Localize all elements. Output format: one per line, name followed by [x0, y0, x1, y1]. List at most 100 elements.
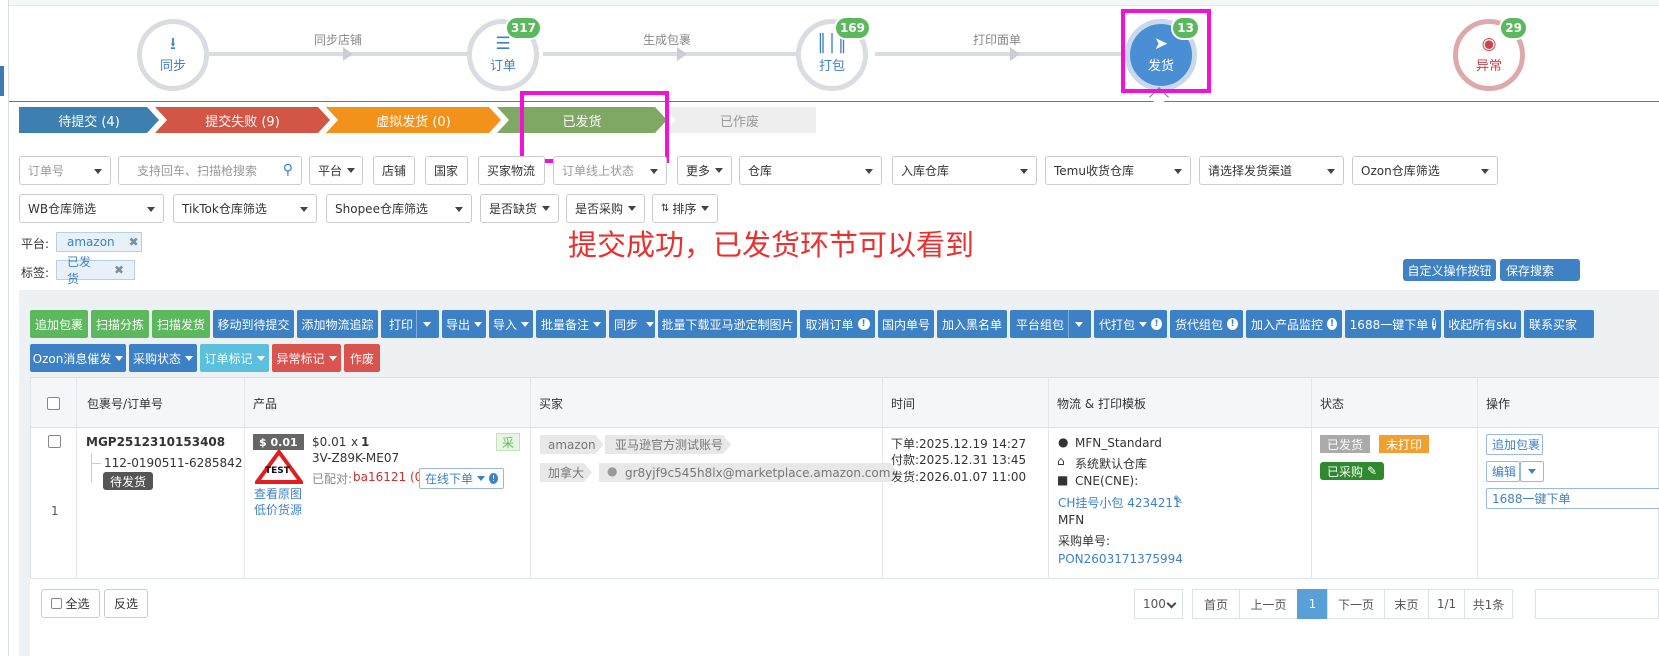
info-icon: !: [1327, 318, 1337, 330]
product-monitor-button[interactable]: 加入产品监控!: [1246, 310, 1342, 338]
order-mark-label: 订单标记: [204, 351, 253, 366]
tree-line: [91, 454, 92, 482]
platform-filter-chip[interactable]: amazon ✖: [56, 232, 142, 252]
add-package-button[interactable]: 追加包裹: [30, 310, 88, 338]
buyer-logistics-button[interactable]: 买家物流: [478, 156, 545, 185]
online-status-select[interactable]: 订单线上状态: [553, 156, 667, 185]
shipping-channel-select[interactable]: 请选择发货渠道: [1199, 156, 1344, 185]
online-order-dropdown[interactable]: 在线下单!: [419, 468, 504, 489]
shopee-warehouse-select[interactable]: Shopee仓库筛选: [326, 194, 472, 223]
page-jump-input[interactable]: [1535, 589, 1659, 619]
proxy-pack-dropdown[interactable]: 代打包!: [1094, 310, 1167, 338]
cancel-order-button[interactable]: 取消订单!: [800, 310, 875, 338]
wb-warehouse-select[interactable]: WB仓库筛选: [19, 194, 164, 223]
remove-tag-icon[interactable]: ✖: [114, 263, 124, 277]
purchase-status-dropdown[interactable]: 采购状态: [129, 344, 197, 372]
purchase-no[interactable]: PON2603171375994: [1058, 552, 1183, 566]
batch-note-dropdown[interactable]: 批量备注: [536, 310, 606, 338]
low-price-link[interactable]: 低价货源: [254, 501, 302, 518]
row-edit-caret[interactable]: [1520, 461, 1544, 482]
order-1688-button[interactable]: 1688一键下单!: [1345, 310, 1441, 338]
shipping-channel-label: 请选择发货渠道: [1208, 164, 1293, 178]
order-no-select[interactable]: 订单号: [19, 156, 111, 185]
export-dropdown[interactable]: 导出: [442, 310, 486, 338]
select-all-checkbox[interactable]: [51, 598, 63, 609]
select-all-button[interactable]: 全选: [41, 589, 100, 618]
edit-icon[interactable]: ✎: [1367, 464, 1377, 478]
invert-button[interactable]: 反选: [104, 589, 148, 618]
forwarder-bundle-button[interactable]: 货代组包!: [1170, 310, 1243, 338]
purchase-status-label: 采购状态: [133, 351, 182, 366]
platform-dropdown[interactable]: 平台: [309, 156, 363, 185]
buyer-country-chip: 加拿大: [540, 463, 592, 482]
country-button[interactable]: 国家: [425, 156, 468, 185]
sync-button[interactable]: 同步: [609, 310, 655, 338]
tab-pending-submit[interactable]: 待提交 (4): [19, 107, 159, 133]
scan-ship-button[interactable]: 扫描发货: [152, 310, 210, 338]
header-checkbox[interactable]: [47, 396, 60, 410]
page-size-select[interactable]: 100: [1134, 589, 1183, 619]
package-no[interactable]: MGP2512310153408: [86, 435, 225, 449]
matched-value[interactable]: ba16121 (0): [353, 470, 427, 484]
step-sync[interactable]: ⭳ 同步: [137, 19, 209, 91]
custom-ops-button[interactable]: 自定义操作按钮: [1403, 259, 1496, 281]
store-button[interactable]: 店铺: [373, 156, 415, 185]
remove-platform-icon[interactable]: ✖: [129, 235, 139, 249]
step-orders[interactable]: ☰ 订单 317: [467, 16, 542, 91]
last-page-button[interactable]: 末页: [1384, 589, 1429, 619]
order-no[interactable]: 112-0190511-6285842: [104, 456, 242, 470]
save-search-button[interactable]: 保存搜索: [1500, 259, 1580, 281]
row-1688-button[interactable]: 1688一键下单: [1486, 488, 1659, 509]
collapse-sku-button[interactable]: 收起所有sku: [1444, 310, 1521, 338]
exception-mark-dropdown[interactable]: 异常标记: [272, 344, 341, 372]
first-page-button[interactable]: 首页: [1192, 589, 1240, 619]
ozon-warehouse-select[interactable]: Ozon仓库筛选: [1352, 156, 1498, 185]
tab-submit-failed[interactable]: 提交失败 (9): [155, 107, 330, 133]
scan-sort-button[interactable]: 扫描分拣: [91, 310, 149, 338]
logistics-service[interactable]: CH挂号小包 4234211: [1058, 494, 1181, 511]
warehouse-select[interactable]: 仓库: [739, 156, 882, 185]
add-tracking-button[interactable]: 添加物流追踪: [297, 310, 378, 338]
step-exception[interactable]: ◉ 异常 29: [1453, 16, 1528, 91]
product-sku[interactable]: 3V-Z89K-ME07: [312, 451, 399, 465]
person-icon: ●: [1058, 435, 1069, 449]
view-image-link[interactable]: 查看原图: [254, 485, 302, 502]
out-of-stock-dropdown[interactable]: 是否缺货: [480, 194, 559, 223]
purchased-dropdown[interactable]: 是否采购: [566, 194, 645, 223]
blacklist-button[interactable]: 加入黑名单: [937, 310, 1007, 338]
download-custom-images-button[interactable]: 批量下载亚马逊定制图片: [658, 310, 797, 338]
platform-bundle-caret-icon[interactable]: [1075, 322, 1083, 327]
print-caret-icon[interactable]: [423, 322, 431, 327]
row-edit-button[interactable]: 编辑: [1486, 461, 1520, 482]
more-dropdown[interactable]: 更多: [677, 156, 732, 185]
search-icon[interactable]: ⚲: [283, 162, 293, 178]
inbound-warehouse-select[interactable]: 入库仓库: [892, 156, 1037, 185]
product-image[interactable]: $ 0.01 TEST: [253, 434, 305, 484]
tab-voided[interactable]: 已作废: [663, 107, 816, 133]
step-pack[interactable]: ║│║ 打包 169: [796, 16, 871, 91]
print-button[interactable]: 打印: [381, 310, 439, 338]
select-all-header: [31, 378, 77, 428]
side-tab[interactable]: [0, 66, 4, 96]
move-to-pending-button[interactable]: 移动到待提交: [213, 310, 294, 338]
domestic-no-button[interactable]: 国内单号: [878, 310, 934, 338]
row-add-package-button[interactable]: 追加包裹: [1486, 434, 1543, 455]
import-dropdown[interactable]: 导入: [489, 310, 533, 338]
ozon-urge-dropdown[interactable]: Ozon消息催发: [30, 344, 126, 372]
tiktok-warehouse-select[interactable]: TikTok仓库筛选: [173, 194, 317, 223]
tag-filter-chip[interactable]: 已发货 ✖: [56, 255, 135, 286]
void-button[interactable]: 作废: [344, 344, 380, 372]
next-page-button[interactable]: 下一页: [1327, 589, 1385, 619]
platform-bundle-button[interactable]: 平台组包: [1010, 310, 1091, 338]
order-mark-dropdown[interactable]: 订单标记: [200, 344, 269, 372]
out-of-stock-label: 是否缺货: [489, 202, 538, 216]
contact-buyer-button[interactable]: 联系买家: [1524, 310, 1594, 338]
sort-dropdown[interactable]: ⇅ 排序: [652, 194, 718, 223]
tab-virtual-ship[interactable]: 虚拟发货 (0): [326, 107, 501, 133]
prev-page-button[interactable]: 上一页: [1239, 589, 1298, 619]
temu-warehouse-select[interactable]: Temu收货仓库: [1045, 156, 1191, 185]
edit-icon[interactable]: ✎: [1173, 493, 1183, 507]
current-page-button[interactable]: 1: [1297, 589, 1328, 619]
row-checkbox[interactable]: [48, 435, 61, 448]
search-input[interactable]: 支持回车、扫描枪搜索 ⚲: [118, 156, 302, 185]
